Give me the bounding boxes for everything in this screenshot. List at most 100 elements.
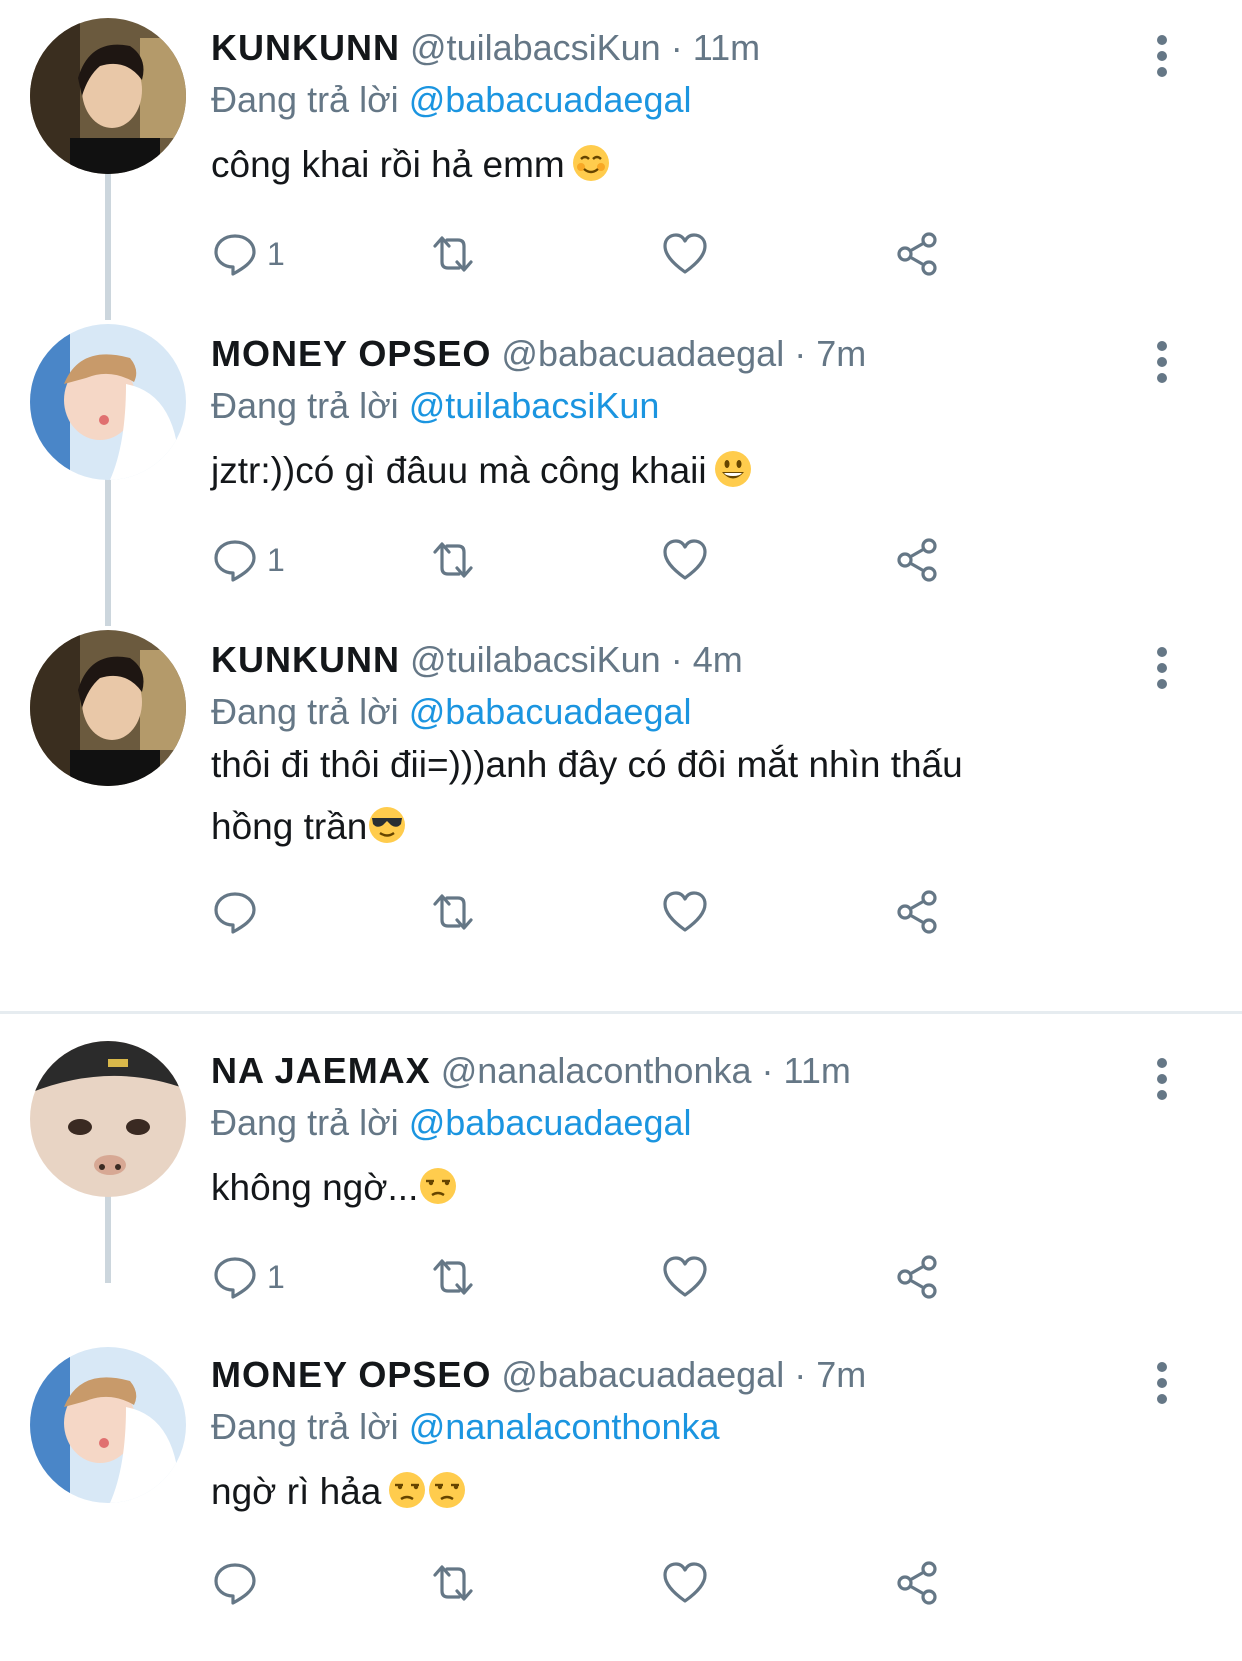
user-handle[interactable]: @tuilabacsiKun	[410, 639, 661, 680]
avatar[interactable]	[30, 18, 186, 174]
avatar[interactable]	[30, 324, 186, 480]
tweet-actions	[211, 1555, 1111, 1611]
unamused-emoji	[427, 1470, 467, 1510]
reply-mention[interactable]: @babacuadaegal	[409, 1102, 692, 1143]
tweet-actions: 1	[211, 532, 1111, 588]
tweet-text: jztr:))có gì đâuu mà công khaii	[211, 440, 1111, 502]
reply-mention[interactable]: @nanalaconthonka	[409, 1406, 720, 1447]
share-icon	[897, 232, 937, 276]
reply-prefix: Đang trả lời	[211, 1102, 399, 1143]
separator: ·	[670, 27, 683, 68]
tweet-text: công khai rồi hả emm	[211, 134, 1111, 196]
reply-count: 1	[267, 541, 285, 578]
like-button[interactable]	[661, 226, 709, 282]
like-button[interactable]	[661, 1555, 709, 1611]
tweet-header: KUNKUNN @tuilabacsiKun · 11m	[211, 26, 760, 70]
like-button[interactable]	[661, 1249, 709, 1305]
unamused-emoji	[418, 1166, 458, 1206]
reply-context: Đang trả lời @nanalaconthonka	[211, 1405, 719, 1449]
share-button[interactable]	[893, 884, 941, 940]
user-handle[interactable]: @babacuadaegal	[501, 1354, 784, 1395]
reply-mention[interactable]: @tuilabacsiKun	[409, 385, 660, 426]
reply-context: Đang trả lời @tuilabacsiKun	[211, 384, 659, 428]
timestamp[interactable]: 11m	[693, 27, 760, 68]
share-button[interactable]	[893, 226, 941, 282]
display-name[interactable]: MONEY OPSEO	[211, 1354, 491, 1395]
tweet-text-line: công khai rồi hả emm	[211, 144, 565, 185]
timestamp[interactable]: 7m	[816, 1354, 866, 1395]
tweet-actions: 1	[211, 226, 1111, 282]
separator: ·	[670, 639, 683, 680]
reply-button[interactable]	[211, 884, 267, 940]
reply-prefix: Đang trả lời	[211, 691, 399, 732]
more-options-icon[interactable]	[1146, 336, 1178, 392]
timestamp[interactable]: 11m	[784, 1050, 851, 1091]
more-options-icon[interactable]	[1146, 30, 1178, 86]
retweet-button[interactable]	[429, 1555, 477, 1611]
reply-count: 1	[267, 235, 285, 272]
user-handle[interactable]: @nanalaconthonka	[441, 1050, 752, 1091]
avatar[interactable]	[30, 630, 186, 786]
share-icon	[897, 538, 937, 582]
user-handle[interactable]: @babacuadaegal	[501, 333, 784, 374]
tweet-text: ngờ rì hảa	[211, 1461, 1111, 1523]
heart-icon	[663, 891, 707, 932]
reply-prefix: Đang trả lời	[211, 1406, 399, 1447]
share-icon	[897, 890, 937, 934]
retweet-button[interactable]	[429, 1249, 477, 1305]
reply-button[interactable]: 1	[211, 1249, 285, 1305]
timestamp[interactable]: 7m	[816, 333, 866, 374]
reply-prefix: Đang trả lời	[211, 385, 399, 426]
heart-icon	[663, 233, 707, 274]
reply-button[interactable]: 1	[211, 532, 285, 588]
display-name[interactable]: KUNKUNN	[211, 27, 400, 68]
share-button[interactable]	[893, 1555, 941, 1611]
more-options-icon[interactable]	[1146, 1053, 1178, 1109]
retweet-button[interactable]	[429, 532, 477, 588]
heart-icon	[663, 1562, 707, 1603]
avatar[interactable]	[30, 1041, 186, 1197]
share-button[interactable]	[893, 532, 941, 588]
kunkunn-avatar-image	[30, 18, 186, 174]
retweet-button[interactable]	[429, 884, 477, 940]
more-options-icon[interactable]	[1146, 642, 1178, 698]
tweet-text-line: jztr:))có gì đâuu mà công khaii	[211, 450, 707, 491]
avatar[interactable]	[30, 1347, 186, 1503]
retweet-button[interactable]	[429, 226, 477, 282]
more-options-icon[interactable]	[1146, 1357, 1178, 1413]
reply-button[interactable]: 1	[211, 226, 285, 282]
heart-icon	[663, 539, 707, 580]
display-name[interactable]: KUNKUNN	[211, 639, 400, 680]
reply-mention[interactable]: @babacuadaegal	[409, 79, 692, 120]
grinning-emoji	[713, 449, 753, 489]
sunglasses-emoji	[367, 805, 407, 845]
separator: ·	[794, 1354, 807, 1395]
share-icon	[897, 1561, 937, 1605]
retweet-icon	[433, 1259, 473, 1295]
display-name[interactable]: NA JAEMAX	[211, 1050, 431, 1091]
reply-icon	[214, 234, 256, 276]
timestamp[interactable]: 4m	[693, 639, 743, 680]
user-handle[interactable]: @tuilabacsiKun	[410, 27, 661, 68]
tweet-text: thôi đi thôi đii=)))anh đây có đôi mắt n…	[211, 734, 1111, 858]
reply-context: Đang trả lời @babacuadaegal	[211, 78, 691, 122]
separator: ·	[794, 333, 807, 374]
unamused-emoji	[387, 1470, 427, 1510]
reply-mention[interactable]: @babacuadaegal	[409, 691, 692, 732]
display-name[interactable]: MONEY OPSEO	[211, 333, 491, 374]
retweet-icon	[433, 894, 473, 930]
share-button[interactable]	[893, 1249, 941, 1305]
reply-icon	[214, 892, 256, 934]
reply-button[interactable]	[211, 1555, 267, 1611]
like-button[interactable]	[661, 884, 709, 940]
reply-prefix: Đang trả lời	[211, 79, 399, 120]
reply-context: Đang trả lời @babacuadaegal	[211, 1101, 691, 1145]
tweet-text-line: không ngờ...	[211, 1167, 419, 1208]
separator: ·	[761, 1050, 774, 1091]
tweet-text-line: hồng trần	[211, 806, 368, 847]
like-button[interactable]	[661, 532, 709, 588]
thread-line	[105, 170, 111, 320]
money-opseo-avatar-image	[30, 324, 186, 480]
smiling-blush-emoji	[571, 143, 611, 183]
tweet-header: NA JAEMAX @nanalaconthonka · 11m	[211, 1049, 851, 1093]
